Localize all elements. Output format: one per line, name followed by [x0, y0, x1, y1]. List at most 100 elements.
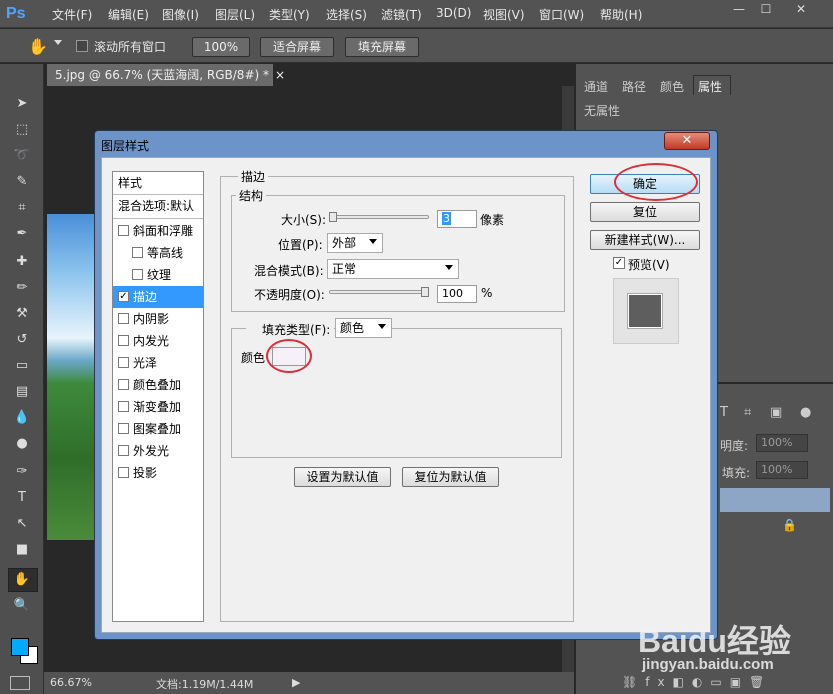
menu-layer[interactable]: 图层(L) — [215, 6, 255, 23]
scroll-all-checkbox[interactable] — [76, 40, 88, 52]
gradient-overlay-checkbox[interactable] — [118, 401, 129, 412]
style-inner-glow[interactable]: 内发光 — [113, 330, 203, 352]
size-slider-thumb[interactable] — [329, 212, 337, 222]
style-pattern-overlay[interactable]: 图案叠加 — [113, 418, 203, 440]
opacity-slider[interactable] — [329, 290, 429, 294]
tab-properties[interactable]: 属性 — [698, 78, 722, 94]
eyedropper-tool-icon[interactable]: ✒ — [12, 224, 32, 244]
history-brush-tool-icon[interactable]: ↺ — [12, 330, 32, 350]
smart-filter-icon[interactable]: ▣ — [770, 405, 782, 420]
fill-field[interactable]: 100% — [756, 461, 808, 479]
inner-glow-checkbox[interactable] — [118, 335, 129, 346]
quick-select-tool-icon[interactable]: ✎ — [12, 172, 32, 192]
move-tool-icon[interactable]: ➤ — [12, 94, 32, 114]
styles-header[interactable]: 样式 — [113, 172, 203, 194]
outer-glow-checkbox[interactable] — [118, 445, 129, 456]
type-tool-icon[interactable]: T — [12, 488, 32, 508]
shape-tool-icon[interactable]: ■ — [12, 540, 32, 560]
style-texture[interactable]: 纹理 — [113, 264, 203, 286]
blur-tool-icon[interactable]: 💧 — [12, 408, 32, 428]
zoom-tool-icon[interactable]: 🔍 — [12, 596, 32, 616]
menu-select[interactable]: 选择(S) — [326, 6, 367, 23]
lasso-tool-icon[interactable]: ➰ — [12, 146, 32, 166]
style-outer-glow[interactable]: 外发光 — [113, 440, 203, 462]
status-menu-icon[interactable]: ▶ — [292, 676, 300, 689]
style-gradient-overlay[interactable]: 渐变叠加 — [113, 396, 203, 418]
contour-checkbox[interactable] — [132, 247, 143, 258]
blend-options-item[interactable]: 混合选项:默认 — [113, 195, 203, 217]
style-inner-shadow[interactable]: 内阴影 — [113, 308, 203, 330]
preview-checkbox[interactable]: ✓ — [613, 257, 625, 269]
tab-channels[interactable]: 通道 — [584, 78, 608, 94]
brush-tool-icon[interactable]: ✏ — [12, 278, 32, 298]
dodge-tool-icon[interactable]: ● — [12, 434, 32, 454]
stroke-checkbox[interactable]: ✓ — [118, 291, 129, 302]
menu-3d[interactable]: 3D(D) — [436, 6, 471, 20]
eraser-tool-icon[interactable]: ▭ — [12, 356, 32, 376]
reset-button[interactable]: 复位 — [590, 202, 700, 222]
minimize-button[interactable]: — — [726, 0, 752, 18]
shape-filter-icon[interactable]: ⌗ — [744, 405, 751, 420]
blend-mode-select[interactable]: 正常 — [327, 259, 459, 279]
new-style-button[interactable]: 新建样式(W)... — [590, 230, 700, 250]
style-color-overlay[interactable]: 颜色叠加 — [113, 374, 203, 396]
tab-color[interactable]: 颜色 — [660, 78, 684, 94]
close-window-button[interactable]: ✕ — [788, 0, 814, 18]
dialog-close-button[interactable]: ✕ — [664, 132, 710, 150]
selected-layer-row[interactable] — [720, 488, 830, 512]
satin-checkbox[interactable] — [118, 357, 129, 368]
position-select[interactable]: 外部 — [327, 233, 383, 253]
menu-view[interactable]: 视图(V) — [483, 6, 525, 23]
opacity-field[interactable]: 100% — [756, 434, 808, 452]
crop-tool-icon[interactable]: ⌗ — [12, 198, 32, 218]
reset-default-button[interactable]: 复位为默认值 — [402, 467, 499, 487]
bevel-emboss-checkbox[interactable] — [118, 225, 129, 236]
menu-image[interactable]: 图像(I) — [162, 6, 199, 23]
menu-file[interactable]: 文件(F) — [52, 6, 92, 23]
zoom-level[interactable]: 66.67% — [50, 676, 92, 689]
color-overlay-checkbox[interactable] — [118, 379, 129, 390]
fill-screen-button[interactable]: 填充屏幕 — [345, 37, 419, 57]
style-contour[interactable]: 等高线 — [113, 242, 203, 264]
layer-actions-icons[interactable]: ⛓fx◧◐▭▣🗑 — [622, 675, 772, 689]
drop-shadow-checkbox[interactable] — [118, 467, 129, 478]
tool-preset-chevron-icon[interactable] — [54, 40, 62, 45]
style-stroke[interactable]: ✓ 描边 — [113, 286, 203, 308]
set-default-button[interactable]: 设置为默认值 — [294, 467, 391, 487]
opacity-input[interactable]: 100 — [437, 285, 477, 303]
gradient-tool-icon[interactable]: ▤ — [12, 382, 32, 402]
healing-brush-tool-icon[interactable]: ✚ — [12, 252, 32, 272]
zoom-100-button[interactable]: 100% — [192, 37, 250, 57]
size-input[interactable]: 3 — [437, 210, 477, 228]
style-satin[interactable]: 光泽 — [113, 352, 203, 374]
size-slider[interactable] — [329, 215, 429, 219]
pen-tool-icon[interactable]: ✑ — [12, 462, 32, 482]
pattern-overlay-checkbox[interactable] — [118, 423, 129, 434]
menu-window[interactable]: 窗口(W) — [539, 6, 584, 23]
hand-tool-icon[interactable]: ✋ — [28, 37, 48, 56]
menu-help[interactable]: 帮助(H) — [600, 6, 642, 23]
fit-screen-button[interactable]: 适合屏幕 — [260, 37, 334, 57]
inner-shadow-checkbox[interactable] — [118, 313, 129, 324]
status-bar — [44, 672, 574, 694]
filter-toggle-icon[interactable]: ● — [800, 405, 811, 420]
opacity-slider-thumb[interactable] — [421, 287, 429, 297]
style-drop-shadow[interactable]: 投影 — [113, 462, 203, 484]
tab-paths[interactable]: 路径 — [622, 78, 646, 94]
menu-type[interactable]: 类型(Y) — [269, 6, 310, 23]
quick-mask-icon[interactable] — [10, 676, 30, 690]
hand-tool-icon[interactable]: ✋ — [12, 570, 32, 590]
menu-filter[interactable]: 滤镜(T) — [381, 6, 422, 23]
clone-stamp-tool-icon[interactable]: ⚒ — [12, 304, 32, 324]
menu-edit[interactable]: 编辑(E) — [108, 6, 149, 23]
maximize-button[interactable]: ☐ — [753, 0, 779, 18]
foreground-color-swatch[interactable] — [11, 638, 29, 656]
fill-type-select[interactable]: 颜色 — [335, 318, 392, 338]
texture-checkbox[interactable] — [132, 269, 143, 280]
path-select-tool-icon[interactable]: ↖ — [12, 514, 32, 534]
marquee-tool-icon[interactable]: ⬚ — [12, 120, 32, 140]
type-filter-icon[interactable]: T — [720, 405, 728, 420]
style-bevel-emboss[interactable]: 斜面和浮雕 — [113, 220, 203, 242]
document-tab[interactable]: 5.jpg @ 66.7% (天蓝海阔, RGB/8#) * × — [47, 64, 285, 86]
close-tab-icon[interactable]: × — [275, 68, 285, 82]
